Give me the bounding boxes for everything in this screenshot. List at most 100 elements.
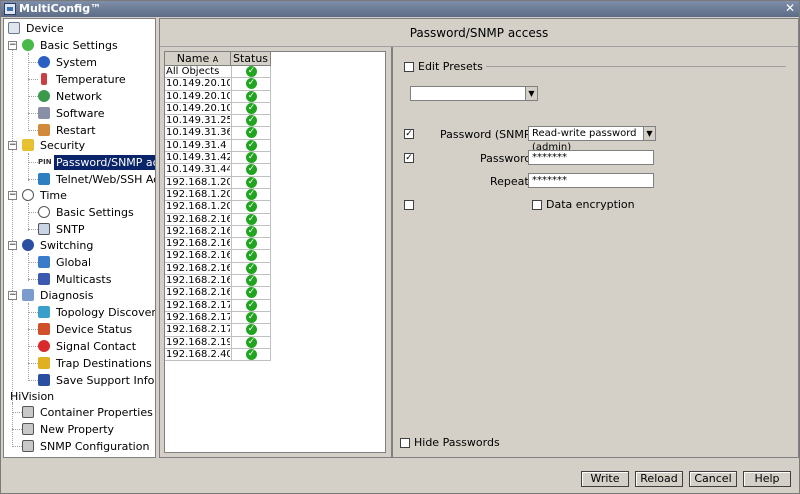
switch-icon — [22, 239, 34, 251]
password-snmp-checkbox[interactable]: ✓ — [404, 129, 414, 139]
table-row[interactable]: 192.168.2.40 ✓ — [165, 348, 271, 362]
chevron-down-icon: ▼ — [643, 127, 655, 140]
preset-dropdown[interactable]: ▼ — [410, 86, 538, 101]
splitter[interactable] — [391, 47, 393, 457]
table-row[interactable]: 10.149.20.102 ✓ — [165, 102, 271, 116]
software-icon — [38, 107, 50, 119]
collapse-security[interactable]: − — [8, 141, 17, 150]
table-row[interactable]: 192.168.2.178 ✓ — [165, 324, 271, 337]
status-ok-icon: ✓ — [246, 176, 257, 188]
table-row[interactable]: 192.168.1.202 ✓ — [165, 201, 271, 214]
table-row[interactable]: 192.168.2.163 ✓ — [165, 238, 271, 251]
status-ok-icon: ✓ — [246, 250, 257, 262]
status-ok-icon: ✓ — [246, 299, 257, 311]
write-button[interactable]: Write — [581, 471, 629, 487]
hide-passwords-checkbox[interactable] — [400, 438, 410, 448]
table-row[interactable]: 192.168.2.162 ✓ — [165, 225, 271, 239]
clock-icon — [38, 206, 50, 218]
status-cell: ✓ — [231, 336, 271, 349]
table-row[interactable]: 192.168.2.164 ✓ — [165, 250, 271, 263]
column-header-name[interactable]: Name A — [165, 52, 231, 66]
list-header: Name A Status — [165, 52, 271, 66]
table-row[interactable]: 192.168.2.177 ✓ — [165, 311, 271, 325]
status-cell: ✓ — [231, 250, 271, 263]
topology-icon — [38, 306, 50, 318]
data-encryption-enable-checkbox[interactable] — [404, 200, 414, 210]
close-icon[interactable]: ✕ — [785, 1, 795, 15]
status-cell: ✓ — [231, 348, 271, 361]
table-row[interactable]: 10.149.31.25 ✓ — [165, 115, 271, 128]
status-ok-icon: ✓ — [246, 164, 257, 176]
page-title: Password/SNMP access — [160, 19, 798, 47]
status-cell: ✓ — [231, 324, 271, 337]
device-name: 10.149.31.44 — [166, 164, 230, 176]
device-name: 192.168.2.163 — [166, 238, 230, 250]
lock-icon — [22, 139, 34, 151]
table-row[interactable]: 192.168.2.167 ✓ — [165, 287, 271, 300]
data-encryption-checkbox[interactable] — [532, 200, 542, 210]
device-name: 10.149.20.100 — [166, 78, 230, 90]
info-icon — [38, 56, 50, 68]
edit-presets-checkbox[interactable] — [404, 62, 414, 72]
star-icon — [22, 39, 34, 51]
password-field[interactable]: ******* — [528, 150, 654, 165]
globe-icon — [38, 90, 50, 102]
password-snmp-select[interactable]: Read-write password (admin) ▼ — [528, 126, 656, 153]
main-area: Password/SNMP access Name A Status All O… — [159, 18, 799, 458]
table-row[interactable]: 192.168.1.201 ✓ — [165, 188, 271, 202]
repeat-label: Repeat: — [490, 175, 533, 188]
table-row[interactable]: 10.149.31.42 ✓ — [165, 152, 271, 165]
device-name: 192.168.2.177 — [166, 311, 230, 323]
thermometer-icon — [41, 73, 47, 85]
window-title: MultiConfig™ — [19, 2, 102, 15]
status-cell: ✓ — [231, 66, 271, 78]
table-row[interactable]: 192.168.2.198 ✓ — [165, 336, 271, 349]
reload-button[interactable]: Reload — [635, 471, 683, 487]
table-row[interactable]: 192.168.2.165 ✓ — [165, 262, 271, 276]
collapse-time[interactable]: − — [8, 191, 17, 200]
device-name: 10.149.31.36 — [166, 127, 230, 139]
sort-indicator: A — [212, 55, 219, 64]
data-encryption-label: Data encryption — [546, 198, 635, 211]
device-name: 192.168.1.201 — [166, 188, 230, 200]
multicast-icon — [38, 273, 50, 285]
device-name: 10.149.31.4 — [166, 139, 227, 151]
repeat-password-field[interactable]: ******* — [528, 173, 654, 188]
table-row[interactable]: All Objects ✓ — [165, 66, 271, 79]
global-icon — [38, 256, 50, 268]
device-rows: All Objects ✓ 10.149.20.100 ✓ 10.149.20.101 ✓… — [165, 66, 271, 362]
collapse-switching[interactable]: − — [8, 241, 17, 250]
table-row[interactable]: 10.149.31.4 ✓ — [165, 139, 271, 153]
table-row[interactable]: 10.149.31.44 ✓ — [165, 164, 271, 177]
table-row[interactable]: 192.168.1.200 ✓ — [165, 176, 271, 189]
trap-icon — [38, 357, 50, 369]
status-ok-icon: ✓ — [246, 115, 257, 127]
cancel-button[interactable]: Cancel — [689, 471, 737, 487]
status-cell: ✓ — [231, 262, 271, 275]
device-name: 192.168.2.176 — [166, 299, 230, 311]
device-name: 192.168.2.165 — [166, 262, 230, 274]
status-cell: ✓ — [231, 225, 271, 238]
status-ok-icon: ✓ — [246, 102, 257, 114]
help-button[interactable]: Help — [743, 471, 791, 487]
table-row[interactable]: 10.149.20.101 ✓ — [165, 90, 271, 103]
snmp-config-icon — [22, 440, 34, 452]
status-ok-icon: ✓ — [246, 127, 257, 139]
table-row[interactable]: 192.168.2.176 ✓ — [165, 299, 271, 312]
status-ok-icon: ✓ — [246, 213, 257, 225]
column-header-status[interactable]: Status — [231, 52, 271, 66]
table-row[interactable]: 10.149.20.100 ✓ — [165, 78, 271, 91]
navigation-tree: Device − Basic Settings System Temperatu… — [3, 18, 156, 458]
new-property-icon — [22, 423, 34, 435]
password-checkbox[interactable]: ✓ — [404, 153, 414, 163]
table-row[interactable]: 192.168.2.166 ✓ — [165, 275, 271, 288]
title-bar: MultiConfig™ ✕ — [1, 1, 799, 17]
collapse-diagnosis[interactable]: − — [8, 291, 17, 300]
status-cell: ✓ — [231, 287, 271, 300]
collapse-basic-settings[interactable]: − — [8, 41, 17, 50]
restart-icon — [38, 124, 50, 136]
status-cell: ✓ — [231, 213, 271, 226]
pin-icon: PIN — [38, 156, 52, 168]
table-row[interactable]: 10.149.31.36 ✓ — [165, 127, 271, 140]
table-row[interactable]: 192.168.2.161 ✓ — [165, 213, 271, 226]
